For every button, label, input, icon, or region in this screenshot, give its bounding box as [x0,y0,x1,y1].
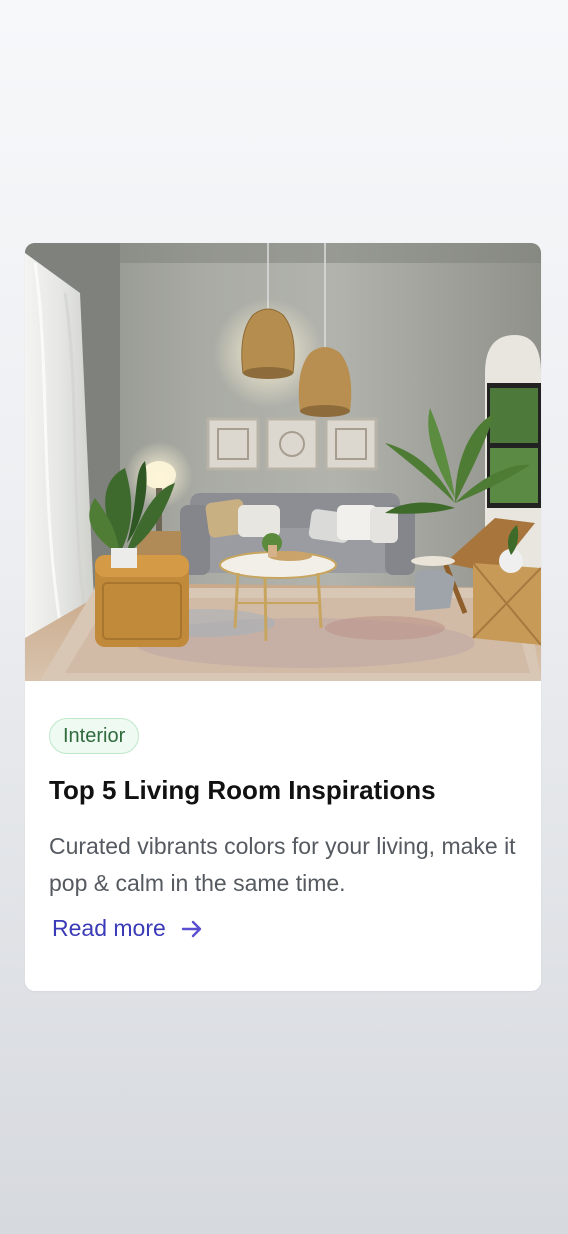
card-title: Top 5 Living Room Inspirations [49,775,436,805]
read-more-label: Read more [52,915,166,941]
arrow-right-icon [181,920,201,937]
card-image [25,243,541,681]
card-body: Interior Top 5 Living Room Inspirations … [25,681,541,991]
article-card: Interior Top 5 Living Room Inspirations … [25,243,541,991]
category-badge: Interior [49,718,140,754]
read-more-link[interactable]: Read more [52,915,204,942]
card-description: Curated vibrants colors for your living,… [49,833,516,896]
